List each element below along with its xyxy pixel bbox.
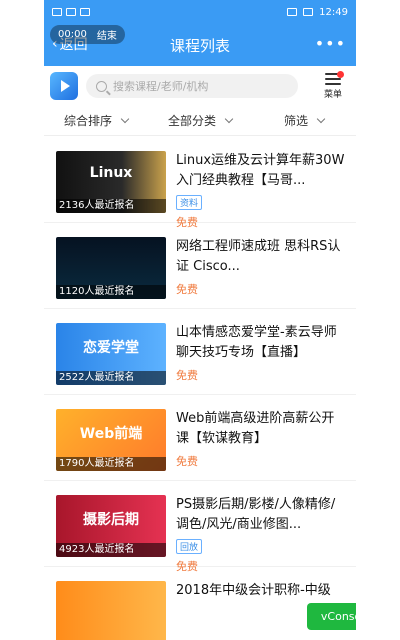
page-title: 课程列表 [169,36,230,55]
status-icons-right: 12:49 [287,7,348,18]
status-time: 12:49 [319,6,348,18]
course-list: Linux 2136人最近报名 Linux运维及云计算年薪30W入门经典教程【马… [44,137,356,640]
course-price: 免费 [176,369,198,382]
thumbnail-text: Linux [89,165,133,181]
course-item[interactable]: Web前端 1790人最近报名 Web前端高级进阶高薪公开课【软谋教育】 免费 [44,395,356,481]
filter-sort[interactable]: 综合排序 [44,106,148,135]
enroll-count: 2522人最近报名 [56,371,166,385]
search-icon [96,80,107,92]
course-tag: 回放 [176,539,203,554]
course-tag: 资料 [176,195,203,210]
course-item[interactable]: 1120人最近报名 网络工程师速成班 思科RS认证 Cisco... 免费 [44,223,356,309]
menu-button[interactable]: 菜单 [316,70,350,100]
course-info: PS摄影后期/影楼/人像精修/调色/风光/商业修图... 回放 免费 [176,495,346,573]
wifi-icon [66,8,76,16]
notification-dot-icon [337,70,344,78]
course-price: 免费 [176,455,198,468]
course-title: 网络工程师速成班 思科RS认证 Cisco... [176,239,341,274]
enroll-count: 2136人最近报名 [56,199,166,213]
chevron-down-icon [224,114,234,124]
course-title: 山本情感恋爱学堂-素云导师聊天技巧专场【直播】 [176,325,337,360]
course-info: Web前端高级进阶高薪公开课【软谋教育】 免费 [176,409,346,480]
enroll-count: 1120人最近报名 [56,285,166,299]
filter-category[interactable]: 全部分类 [148,106,252,135]
search-placeholder: 搜索课程/老师/机构 [113,80,209,93]
filter-bar: 综合排序 全部分类 筛选 [44,106,356,136]
thumbnail-text: 摄影后期 [83,512,139,528]
course-thumbnail: 摄影后期 4923人最近报名 [56,495,166,557]
filter-category-label: 全部分类 [167,114,216,128]
course-price: 免费 [176,216,198,229]
battery-icon [303,8,314,16]
course-price: 免费 [176,283,198,296]
more-button[interactable]: ••• [315,34,346,53]
search-row: 搜索课程/老师/机构 菜单 [44,66,356,106]
course-title: Web前端高级进阶高薪公开课【软谋教育】 [176,411,335,446]
app-logo-icon [50,72,78,100]
filter-sort-label: 综合排序 [63,114,112,128]
course-title: Linux运维及云计算年薪30W入门经典教程【马哥... [176,153,345,188]
course-thumbnail: 1120人最近报名 [56,237,166,299]
enroll-count: 4923人最近报名 [56,543,166,557]
timer-pill[interactable]: 00:00 结束 [50,25,125,44]
course-thumbnail: Linux 2136人最近报名 [56,151,166,213]
course-info: 网络工程师速成班 思科RS认证 Cisco... 免费 [176,237,346,308]
course-thumbnail [56,581,166,640]
signal-icon [287,8,298,16]
status-icons-left [52,8,90,16]
status-bar: 12:49 [44,0,356,24]
chevron-down-icon [120,114,130,124]
app-screen: 12:49 ‹ 返回 课程列表 ••• 00:00 结束 搜索课程/老师/机构 … [44,0,356,640]
notification-icon [52,8,62,16]
course-title: 2018年中级会计职称-中级 [176,583,331,598]
enroll-count: 1790人最近报名 [56,457,166,471]
course-thumbnail: Web前端 1790人最近报名 [56,409,166,471]
filter-screen[interactable]: 筛选 [252,106,356,135]
timer-end-button[interactable]: 结束 [97,27,117,42]
vconsole-button[interactable]: vConsole [307,603,356,630]
course-item[interactable]: 摄影后期 4923人最近报名 PS摄影后期/影楼/人像精修/调色/风光/商业修图… [44,481,356,573]
filter-screen-label: 筛选 [283,114,308,128]
course-item[interactable]: Linux 2136人最近报名 Linux运维及云计算年薪30W入门经典教程【马… [44,137,356,229]
course-info: 山本情感恋爱学堂-素云导师聊天技巧专场【直播】 免费 [176,323,346,394]
app-icon [80,8,90,16]
course-item[interactable]: 恋爱学堂 2522人最近报名 山本情感恋爱学堂-素云导师聊天技巧专场【直播】 免… [44,309,356,395]
search-input[interactable]: 搜索课程/老师/机构 [86,74,298,98]
thumbnail-text: Web前端 [79,426,143,442]
course-price: 免费 [176,560,198,573]
course-title: PS摄影后期/影楼/人像精修/调色/风光/商业修图... [176,497,336,532]
course-thumbnail: 恋爱学堂 2522人最近报名 [56,323,166,385]
thumbnail-text: 恋爱学堂 [83,340,139,356]
chevron-down-icon [316,114,326,124]
timer-time: 00:00 [58,29,87,40]
menu-label: 菜单 [323,89,342,100]
course-info: Linux运维及云计算年薪30W入门经典教程【马哥... 资料 免费 [176,151,346,229]
